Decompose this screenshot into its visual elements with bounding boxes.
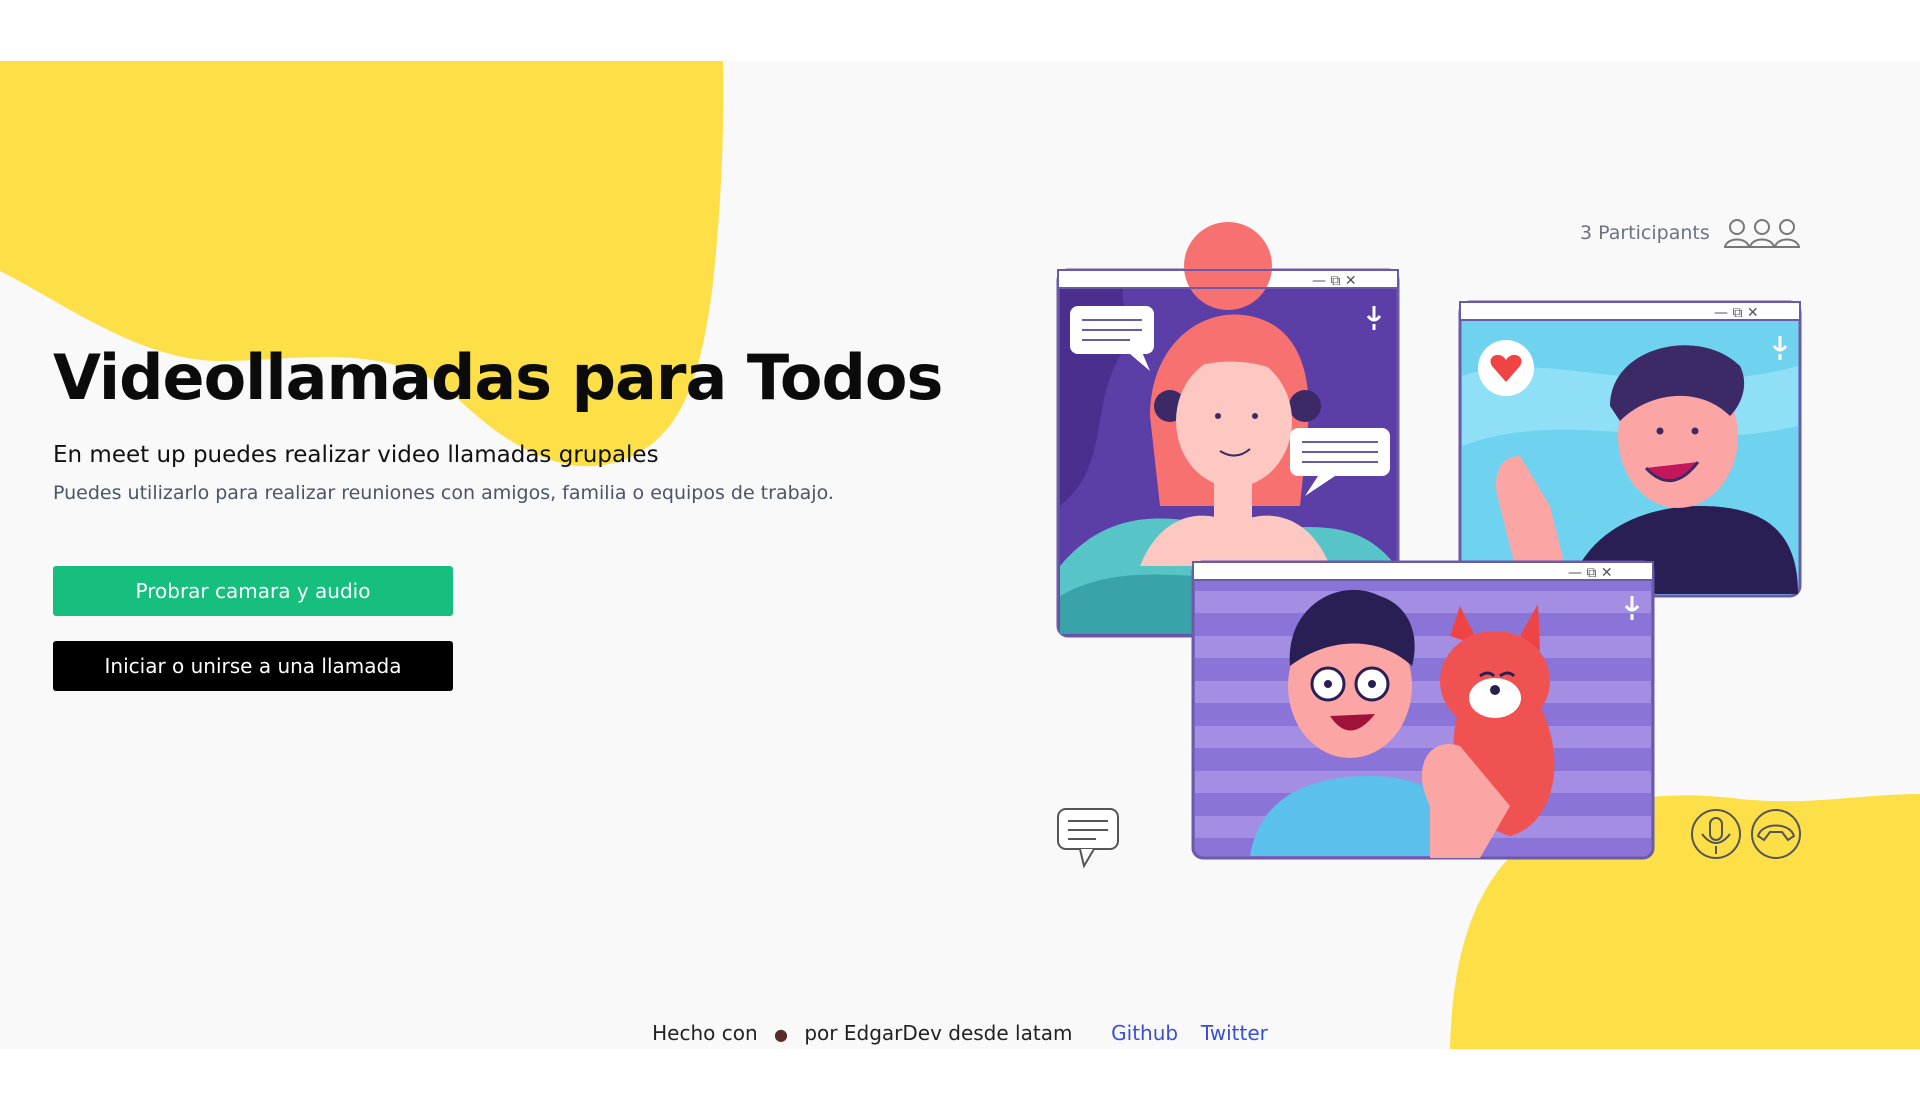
video-call-illustration: — ⧉ ✕ — ⧉ ✕ — ⧉ ✕ (1056, 222, 1802, 869)
svg-text:— ⧉ ✕: — ⧉ ✕ (1568, 565, 1613, 581)
video-window-boy-dog: — ⧉ ✕ (1191, 560, 1655, 860)
footer-author: por EdgarDev desde latam (804, 1021, 1073, 1045)
join-call-button[interactable]: Iniciar o unirse a una llamada (53, 641, 453, 691)
svg-text:— ⧉ ✕: — ⧉ ✕ (1714, 305, 1759, 321)
hang-up-icon (1751, 809, 1801, 859)
yellow-blob-top (0, 61, 724, 467)
landing-page: Videollamadas para Todos En meet up pued… (0, 61, 1920, 1049)
test-camera-audio-button[interactable]: Probrar camara y audio (53, 566, 453, 616)
footer: Hecho con ● por EdgarDev desde latam Git… (0, 1021, 1920, 1045)
video-window-man: — ⧉ ✕ (1458, 300, 1802, 598)
hero-subtitle: En meet up puedes realizar video llamada… (53, 442, 659, 468)
github-link[interactable]: Github (1111, 1021, 1178, 1045)
twitter-link[interactable]: Twitter (1201, 1021, 1268, 1045)
svg-text:— ⧉ ✕: — ⧉ ✕ (1312, 273, 1357, 289)
chat-icon (1057, 808, 1119, 869)
hero-description: Puedes utilizarlo para realizar reunione… (53, 482, 834, 504)
footer-made-with: Hecho con (652, 1021, 758, 1045)
page-title: Videollamadas para Todos (53, 341, 943, 414)
heart-icon: ● (774, 1025, 788, 1044)
microphone-icon (1691, 809, 1741, 859)
